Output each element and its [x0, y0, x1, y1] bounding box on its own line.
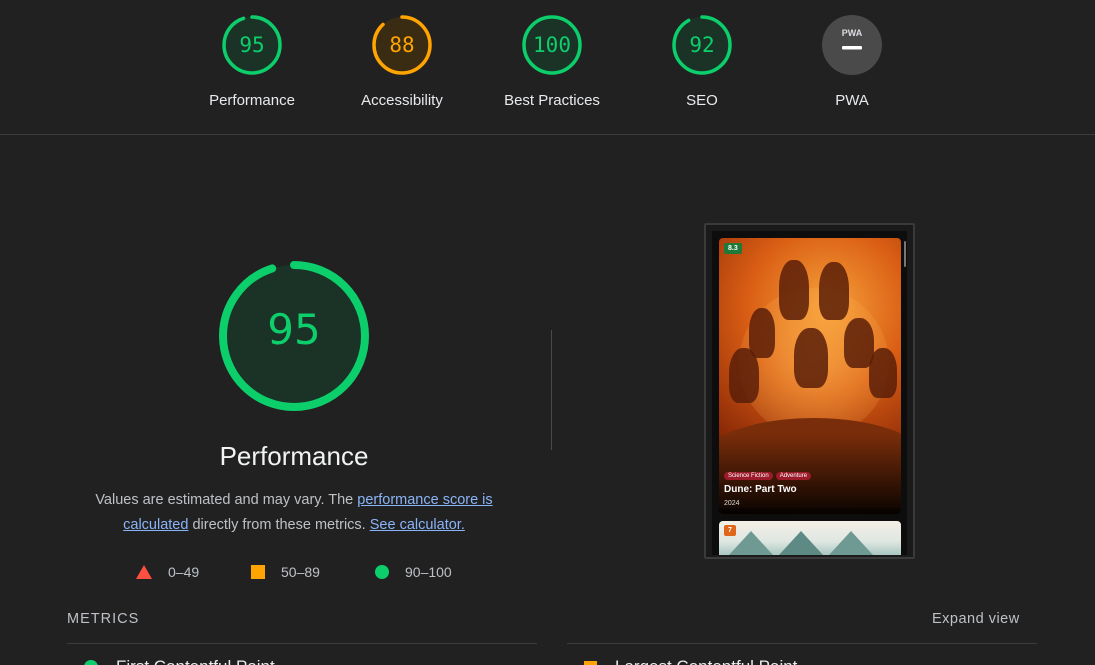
- gauge-label: Accessibility: [361, 92, 443, 109]
- metric-first-contentful-paint: First Contentful Paint: [84, 657, 275, 665]
- rating-badge: 7: [724, 525, 736, 536]
- gauge-seo[interactable]: 92 SEO: [642, 14, 762, 109]
- legend-pass: 90–100: [375, 564, 452, 580]
- movie-year: 2024: [724, 500, 740, 507]
- genre-tag: Adventure: [775, 472, 812, 480]
- svg-text:PWA: PWA: [842, 28, 863, 38]
- performance-main-gauge: 95: [144, 258, 444, 419]
- gauge-score: 100: [533, 33, 571, 57]
- gauge-performance[interactable]: 95 Performance: [192, 14, 312, 109]
- expand-view-button[interactable]: Expand view: [932, 611, 1020, 627]
- gauge-label: SEO: [686, 92, 718, 109]
- movie-poster: 8.3 Science Fiction Adventure Dune: Part…: [719, 238, 901, 514]
- orange-square-icon: [584, 660, 597, 665]
- metric-largest-contentful-paint: Largest Contentful Paint: [584, 657, 797, 665]
- category-gauges-bar: 95 Performance 88 Accessibility 100 Best…: [0, 0, 1095, 135]
- gauge-score: 88: [389, 33, 415, 57]
- gauge-best-practices[interactable]: 100 Best Practices: [492, 14, 612, 109]
- gauge-label: Best Practices: [504, 92, 600, 109]
- divider: [567, 643, 1037, 644]
- genre-tags: Science Fiction Adventure: [724, 472, 812, 480]
- rating-badge: 8.3: [724, 243, 742, 254]
- gauge-label: PWA: [835, 92, 869, 109]
- final-screenshot-thumbnail[interactable]: 8.3 Science Fiction Adventure Dune: Part…: [704, 223, 915, 559]
- divider: [551, 330, 552, 450]
- performance-score: 95: [267, 305, 321, 354]
- performance-description: Values are estimated and may vary. The p…: [95, 492, 493, 533]
- gauge-score: 95: [239, 33, 265, 57]
- genre-tag: Science Fiction: [724, 472, 773, 480]
- green-circle-icon: [84, 660, 98, 665]
- orange-square-icon: [251, 565, 265, 579]
- green-circle-icon: [375, 565, 389, 579]
- gauge-score: 92: [689, 33, 715, 57]
- screenshot-viewport: 8.3 Science Fiction Adventure Dune: Part…: [712, 231, 907, 555]
- gauge-accessibility[interactable]: 88 Accessibility: [342, 14, 462, 109]
- gauge-label: Performance: [209, 92, 295, 109]
- see-calculator-link[interactable]: See calculator.: [370, 517, 465, 533]
- performance-title: Performance: [219, 441, 369, 471]
- movie-poster: 7: [719, 521, 901, 555]
- metrics-heading: METRICS: [67, 611, 140, 627]
- legend-fail: 0–49: [136, 564, 199, 580]
- legend-average: 50–89: [251, 564, 320, 580]
- pwa-badge-icon: PWA: [822, 15, 882, 75]
- gauge-pwa[interactable]: PWA PWA: [792, 14, 912, 109]
- red-triangle-icon: [136, 565, 152, 579]
- movie-title: Dune: Part Two: [724, 484, 797, 495]
- divider: [67, 643, 537, 644]
- scrollbar: [904, 241, 906, 267]
